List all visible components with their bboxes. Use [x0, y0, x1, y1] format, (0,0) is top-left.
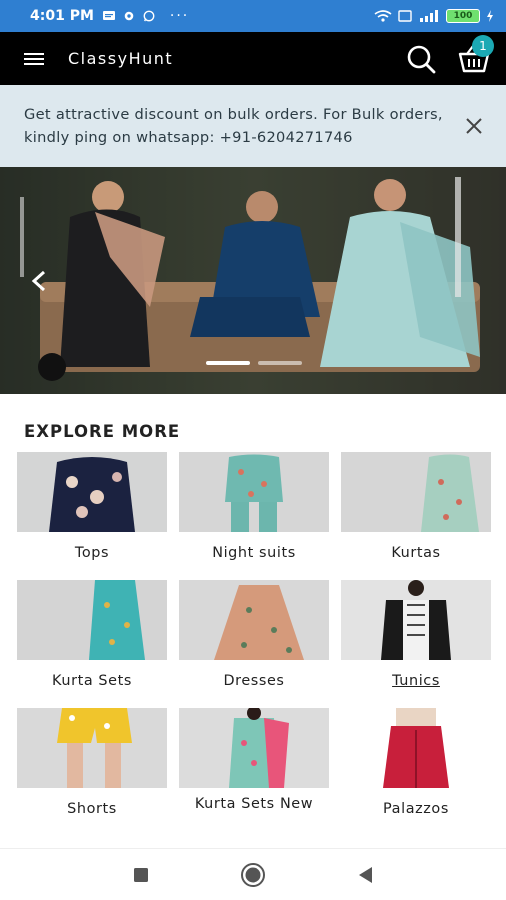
back-button[interactable]	[350, 860, 380, 890]
category-card-night-suits[interactable]: Night suits	[179, 452, 329, 572]
category-card-palazzos[interactable]: Palazzos	[341, 708, 491, 828]
carousel-dot-1[interactable]	[206, 361, 250, 365]
carousel-dot-2[interactable]	[258, 361, 302, 365]
status-bar: 4:01 PM ··· 100	[0, 0, 506, 32]
app-title: ClassyHunt	[68, 49, 174, 68]
signal-icon	[420, 10, 438, 22]
hero-carousel[interactable]	[0, 167, 506, 394]
category-card-kurta-sets-new[interactable]: Kurta Sets New	[179, 708, 329, 828]
triangle-back-icon	[359, 866, 372, 883]
category-image-night-suits	[179, 452, 329, 532]
category-image-dresses	[179, 580, 329, 660]
wifi-icon	[374, 10, 392, 22]
home-button[interactable]	[238, 860, 268, 890]
close-notice-icon[interactable]	[462, 114, 486, 138]
settings-icon	[124, 11, 134, 21]
battery-icon: 100	[446, 9, 480, 23]
whatsapp-icon	[143, 10, 155, 22]
explore-more-heading: EXPLORE MORE	[24, 422, 181, 441]
previous-slide-icon[interactable]	[30, 270, 48, 292]
recent-apps-button[interactable]	[126, 860, 156, 890]
category-card-shorts[interactable]: Shorts	[17, 708, 167, 828]
category-card-kurtas[interactable]: Kurtas	[341, 452, 491, 572]
category-card-dresses[interactable]: Dresses	[179, 580, 329, 700]
category-label: Palazzos	[341, 788, 491, 828]
circle-icon	[241, 862, 265, 887]
category-label: Tunics	[341, 660, 491, 700]
message-icon	[102, 11, 115, 20]
cart-button[interactable]: 1	[456, 34, 494, 77]
carousel-indicators	[206, 361, 302, 365]
category-image-tunics	[341, 580, 491, 660]
category-label: Kurta Sets New	[179, 788, 329, 828]
category-label: Kurta Sets	[17, 660, 167, 700]
more-notifications-icon: ···	[169, 8, 190, 24]
cart-count-badge: 1	[472, 34, 494, 57]
category-image-kurtas	[341, 452, 491, 532]
charging-icon	[487, 10, 493, 22]
category-label: Dresses	[179, 660, 329, 700]
category-card-tops[interactable]: Tops	[17, 452, 167, 572]
system-nav-bar	[0, 848, 506, 900]
app-bar: ClassyHunt 1	[0, 32, 506, 85]
status-time: 4:01 PM	[30, 8, 94, 24]
category-card-tunics[interactable]: Tunics	[341, 580, 491, 700]
category-card-kurta-sets[interactable]: Kurta Sets	[17, 580, 167, 700]
category-label: Kurtas	[341, 532, 491, 572]
category-image-shorts	[17, 708, 167, 788]
notice-message: Get attractive discount on bulk orders. …	[24, 106, 443, 146]
search-icon[interactable]	[404, 42, 438, 76]
bulk-order-notice: Get attractive discount on bulk orders. …	[0, 85, 506, 167]
square-icon	[134, 867, 148, 882]
category-image-tops	[17, 452, 167, 532]
hero-image	[0, 167, 506, 394]
sim-icon	[398, 10, 412, 22]
category-label: Shorts	[17, 788, 167, 828]
category-image-kurta-sets	[17, 580, 167, 660]
menu-icon[interactable]	[24, 51, 46, 67]
category-image-palazzos	[341, 708, 491, 788]
category-label: Tops	[17, 532, 167, 572]
category-grid: Tops Night suits Kurtas Kurta Sets Dress…	[17, 452, 491, 828]
category-label: Night suits	[179, 532, 329, 572]
category-image-kurta-sets-new	[179, 708, 329, 788]
